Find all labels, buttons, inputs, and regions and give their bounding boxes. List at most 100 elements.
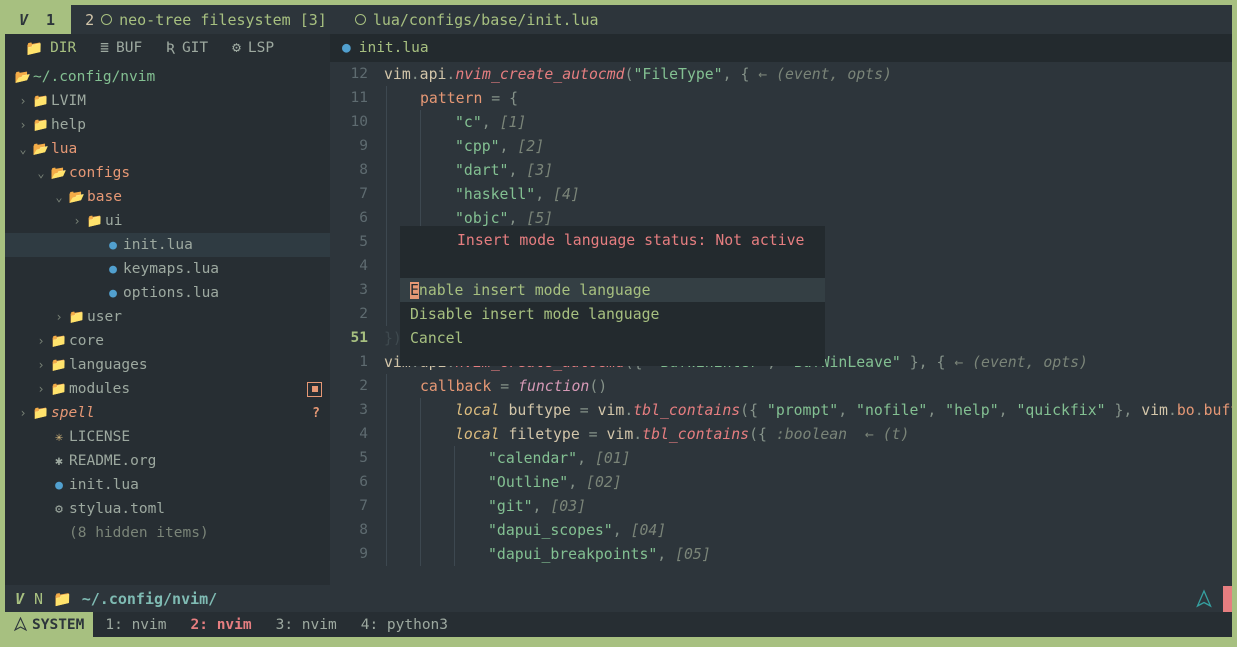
tree-item-init-lua-selected[interactable]: ● init.lua — [5, 233, 330, 257]
tree-item-languages[interactable]: › 📁 languages — [5, 353, 330, 377]
popup-item-disable[interactable]: Disable insert mode language — [400, 302, 825, 326]
source-button-git[interactable]: Ʀ GIT — [154, 40, 220, 56]
code-line-body: "Outline", [02] — [380, 470, 1232, 494]
chevron-right-icon[interactable]: › — [33, 358, 49, 372]
tree-item-lua[interactable]: ⌄ 📂 lua — [5, 137, 330, 161]
tree-item-spell[interactable]: › 📁 spell ? — [5, 401, 330, 425]
tree-item-configs[interactable]: ⌄ 📂 configs — [5, 161, 330, 185]
tree-item-label: modules — [69, 381, 131, 397]
code-line[interactable]: 7 "git", [03] — [330, 494, 1232, 518]
tmux-window-2[interactable]: 2: nvim — [179, 612, 264, 637]
code-line[interactable]: 3 local buftype = vim.tbl_contains({ "pr… — [330, 398, 1232, 422]
insert-mode-language-popup[interactable]: Insert mode language status: Not active … — [400, 226, 825, 366]
source-button-lsp[interactable]: ⚙ LSP — [220, 40, 286, 56]
chevron-right-icon[interactable]: › — [15, 118, 31, 132]
chevron-right-icon[interactable]: › — [33, 334, 49, 348]
tab-init-lua[interactable]: lua/configs/base/init.lua — [341, 5, 613, 34]
source-label: BUF — [116, 40, 143, 56]
code-line[interactable]: 9 "cpp", [2] — [330, 134, 1232, 158]
session-name: SYSTEM — [32, 616, 85, 633]
tree-item-label: lua — [51, 141, 78, 157]
vim-logo-icon: V — [15, 589, 25, 608]
tmux-window-1[interactable]: 1: nvim — [93, 612, 178, 637]
tab-active[interactable]: V 1 — [5, 5, 72, 34]
code-line[interactable]: 2 callback = function() — [330, 374, 1232, 398]
chevron-down-icon[interactable]: ⌄ — [33, 166, 49, 180]
code-line[interactable]: 6 "Outline", [02] — [330, 470, 1232, 494]
tmux-session-label[interactable]: SYSTEM — [5, 612, 94, 637]
code-line[interactable]: 5 "calendar", [01] — [330, 446, 1232, 470]
text-cursor: E — [410, 281, 419, 299]
tree-item-ui[interactable]: › 📁 ui — [5, 209, 330, 233]
diagnostics-error-indicator — [1223, 585, 1232, 612]
tree-item-stylua-toml[interactable]: ⚙ stylua.toml — [5, 497, 330, 521]
tree-item-core[interactable]: › 📁 core — [5, 329, 330, 353]
code-line[interactable]: 12 vim.api.nvim_create_autocmd("FileType… — [330, 62, 1232, 86]
popup-item-cancel[interactable]: Cancel — [400, 326, 825, 350]
chevron-right-icon[interactable]: › — [51, 310, 67, 324]
source-button-buf[interactable]: ≣ BUF — [88, 40, 154, 56]
tree-item-readme-org[interactable]: ✱ README.org — [5, 449, 330, 473]
code-line[interactable]: 8 "dart", [3] — [330, 158, 1232, 182]
code-text: "calendar", [01] — [488, 449, 631, 467]
code-line[interactable]: 4 local filetype = vim.tbl_contains({ :b… — [330, 422, 1232, 446]
line-number-current: 51 — [350, 330, 368, 346]
source-label: DIR — [50, 40, 77, 56]
code-line[interactable]: 7 "haskell", [4] — [330, 182, 1232, 206]
tree-item-label: options.lua — [123, 285, 220, 301]
folder-open-icon: 📂 — [50, 165, 68, 181]
popup-tail — [400, 350, 825, 374]
tree-item-base[interactable]: ⌄ 📂 base — [5, 185, 330, 209]
chevron-right-icon[interactable]: › — [15, 94, 31, 108]
code-line[interactable]: 8 "dapui_scopes", [04] — [330, 518, 1232, 542]
line-number: 2 — [359, 378, 368, 394]
source-button-dir[interactable]: 📁 DIR — [13, 40, 88, 57]
tree-item-options-lua[interactable]: ● options.lua — [5, 281, 330, 305]
tree-root[interactable]: 📂 ~/.config/nvim — [5, 65, 330, 89]
tree-item-modules[interactable]: › 📁 modules — [5, 377, 330, 401]
tree-item-lvim[interactable]: › 📁 LVIM — [5, 89, 330, 113]
folder-icon: 📁 — [50, 333, 68, 349]
popup-item-enable[interactable]: Enable insert mode language — [400, 278, 825, 302]
vim-logo-icon: V — [19, 10, 29, 29]
tree-item-root-init-lua[interactable]: ● init.lua — [5, 473, 330, 497]
code-text: "c", [1] — [455, 113, 527, 131]
code-line[interactable]: 10 "c", [1] — [330, 110, 1232, 134]
tab-neo-tree[interactable]: 2 neo-tree filesystem [3] — [71, 5, 341, 34]
chevron-right-icon[interactable]: › — [33, 382, 49, 396]
chevron-right-icon[interactable]: › — [69, 214, 85, 228]
tree-item-label: spell — [51, 405, 95, 421]
code-line[interactable]: 11 pattern = { — [330, 86, 1232, 110]
tmux-window-4[interactable]: 4: python3 — [349, 612, 460, 637]
line-number: 3 — [359, 282, 368, 298]
chevron-right-icon[interactable]: › — [15, 406, 31, 420]
tree-item-license[interactable]: ✳ LICENSE — [5, 425, 330, 449]
statusline-mode: V N 📁 ~/.config/nvim/ — [5, 585, 227, 612]
folder-icon: 📁 — [53, 589, 72, 608]
tree-item-label: help — [51, 117, 86, 133]
tree-item-keymaps-lua[interactable]: ● keymaps.lua — [5, 257, 330, 281]
code-line[interactable]: 9 "dapui_breakpoints", [05] — [330, 542, 1232, 566]
tree-item-help[interactable]: › 📁 help — [5, 113, 330, 137]
folder-icon: 📁 — [50, 381, 68, 397]
code-text: local buftype = vim.tbl_contains({ "prom… — [455, 401, 1232, 419]
code-line-body: "cpp", [2] — [380, 134, 1232, 158]
chevron-down-icon[interactable]: ⌄ — [51, 190, 67, 204]
tab-label: lua/configs/base/init.lua — [372, 10, 599, 29]
line-number: 8 — [359, 522, 368, 538]
code-text: "Outline", [02] — [488, 473, 622, 491]
tree-item-label: keymaps.lua — [123, 261, 220, 277]
tmux-window-3[interactable]: 3: nvim — [264, 612, 349, 637]
folder-icon: 📁 — [50, 357, 68, 373]
line-number: 1 — [359, 354, 368, 370]
tab-label: neo-tree filesystem [3] — [119, 10, 327, 29]
chevron-down-icon[interactable]: ⌄ — [15, 142, 31, 156]
lua-icon: ● — [109, 237, 117, 253]
tree-item-label: init.lua — [123, 237, 193, 253]
circle-icon — [354, 14, 366, 25]
statusline-right — [1195, 585, 1232, 612]
tabline: V 1 2 neo-tree filesystem [3] lua/config… — [5, 5, 1232, 34]
file-tree-sidebar[interactable]: 📂 ~/.config/nvim › 📁 LVIM › 📁 help ⌄ 📂 l… — [5, 62, 330, 585]
tree-item-user[interactable]: › 📁 user — [5, 305, 330, 329]
tree-root-label: ~/.config/nvim — [33, 69, 156, 85]
